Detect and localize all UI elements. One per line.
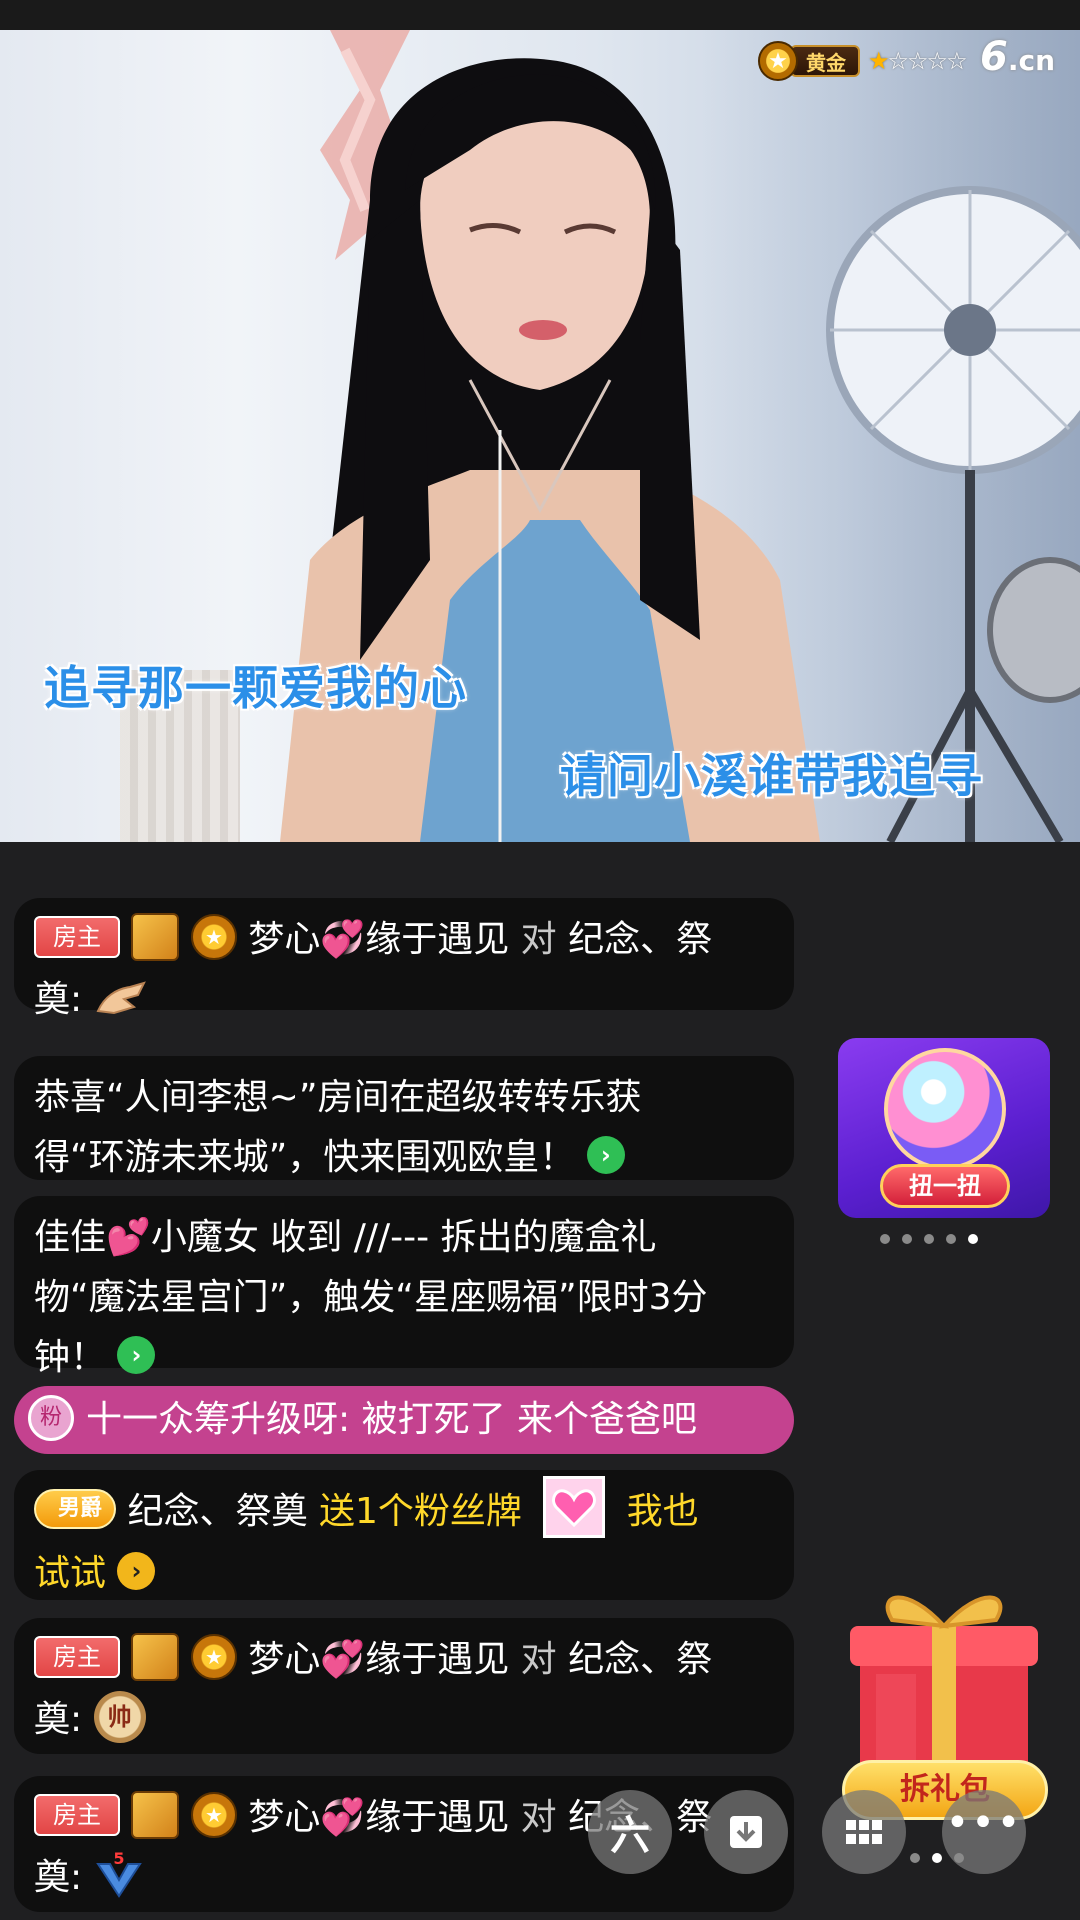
spin-gacha-widget[interactable]: 扭一扭 bbox=[838, 1038, 1050, 1218]
page-dot bbox=[954, 1853, 964, 1863]
heart-icon: 💕 bbox=[106, 1217, 151, 1258]
announcement-user-suffix[interactable]: 小魔女 bbox=[151, 1217, 259, 1258]
chat-username-suffix[interactable]: 缘于遇见 bbox=[365, 919, 509, 960]
treasure-box-icon bbox=[131, 1633, 180, 1681]
star-medal-icon: ★ bbox=[758, 41, 798, 81]
chat-verb: 对 bbox=[520, 1639, 557, 1680]
treasure-box-icon bbox=[131, 913, 180, 961]
logo-text: 6 bbox=[980, 34, 1008, 80]
fan-badge-icon: 粉 bbox=[28, 1395, 74, 1441]
carousel-dot[interactable] bbox=[880, 1234, 890, 1244]
chat-verb: 对 bbox=[520, 1797, 557, 1838]
status-strip bbox=[0, 0, 1080, 30]
host-tag: 房主 bbox=[34, 1794, 120, 1836]
site-logo: 6.cn bbox=[980, 34, 1055, 80]
download-icon bbox=[730, 1816, 762, 1848]
ring-light bbox=[826, 186, 1080, 842]
heart-icon: 💞 bbox=[320, 1797, 366, 1838]
level-number: 5 bbox=[113, 1850, 124, 1868]
gacha-globe-icon bbox=[884, 1048, 1006, 1170]
level-badge-emoji: 5 bbox=[95, 1850, 142, 1898]
grid-icon bbox=[846, 1820, 882, 1844]
chat-username-suffix[interactable]: 缘于遇见 bbox=[365, 1797, 509, 1838]
lyric-line-1: 追寻那一颗爱我的心 bbox=[44, 661, 467, 715]
chat-username[interactable]: 梦心 bbox=[248, 1639, 320, 1680]
carousel-dot[interactable] bbox=[946, 1234, 956, 1244]
chat-message[interactable]: 房主 ★ 梦心💞缘于遇见 对 纪念、祭 奠: 帅 bbox=[14, 1618, 794, 1754]
chess-piece-emoji: 帅 bbox=[93, 1691, 146, 1743]
carousel-dot-active[interactable] bbox=[968, 1234, 978, 1244]
heart-icon: 💞 bbox=[320, 1639, 366, 1680]
announcement-line-1: 恭喜“人间李想~”房间在超级转转乐获 bbox=[34, 1077, 642, 1118]
host-tag: 房主 bbox=[34, 916, 120, 958]
save-button[interactable] bbox=[704, 1790, 788, 1874]
chat-target-cont: 奠: bbox=[34, 1857, 83, 1898]
title-badge: 男爵 bbox=[34, 1489, 117, 1529]
system-announcement[interactable]: 恭喜“人间李想~”房间在超级转转乐获 得“环游未来城”，快来围观欧皇！ › bbox=[14, 1056, 794, 1180]
chat-username[interactable]: 梦心 bbox=[248, 919, 320, 960]
chat-verb: 对 bbox=[520, 919, 557, 960]
announcement-user[interactable]: 佳佳 bbox=[34, 1217, 106, 1258]
gift-message[interactable]: 男爵 纪念、祭奠 送1个粉丝牌 我也 试试 › bbox=[14, 1470, 794, 1600]
spin-button[interactable]: 扭一扭 bbox=[880, 1164, 1010, 1208]
rank-badge[interactable]: ★ 黄金 ★☆☆☆☆ bbox=[758, 41, 968, 81]
page-dot-active bbox=[932, 1853, 942, 1863]
announcement-line-1: 收到 ///--- 拆出的魔盒礼 bbox=[270, 1217, 657, 1258]
go-arrow-icon[interactable]: › bbox=[117, 1552, 156, 1590]
chat-username[interactable]: 梦心 bbox=[248, 1797, 320, 1838]
system-announcement[interactable]: 佳佳💕小魔女 收到 ///--- 拆出的魔盒礼 物“魔法星宫门”，触发“星座赐福… bbox=[14, 1196, 794, 1378]
host-tag: 房主 bbox=[34, 1636, 120, 1678]
streamer bbox=[280, 58, 820, 842]
six-button[interactable]: 六 bbox=[588, 1790, 672, 1874]
chat-message[interactable]: 房主 ★ 梦心💞缘于遇见 对 纪念、祭 奠: bbox=[14, 898, 794, 1020]
announcement-line-2: 物“魔法星宫门”，触发“星座赐福”限时3分 bbox=[34, 1277, 708, 1318]
live-video[interactable]: 追寻那一颗爱我的心 请问小溪谁带我追寻 bbox=[0, 30, 1080, 842]
star-medal-icon: ★ bbox=[190, 914, 237, 960]
go-arrow-icon[interactable]: › bbox=[117, 1336, 156, 1374]
announcement-line-3: 钟！ bbox=[34, 1337, 107, 1378]
toolbar-dots bbox=[910, 1853, 964, 1863]
try-link[interactable]: 试试 bbox=[34, 1553, 106, 1594]
gift-send-text: 送1个粉丝牌 bbox=[318, 1491, 522, 1532]
chat-target[interactable]: 纪念、祭 bbox=[568, 919, 712, 960]
chat-username-suffix[interactable]: 缘于遇见 bbox=[365, 1639, 509, 1680]
lyric-line-2: 请问小溪谁带我追寻 bbox=[560, 749, 983, 803]
fan-bar-text: 十一众筹升级呀: 被打死了 来个爸爸吧 bbox=[86, 1399, 698, 1440]
star-medal-icon: ★ bbox=[190, 1634, 237, 1680]
chat-username[interactable]: 纪念、祭奠 bbox=[127, 1491, 307, 1532]
announcement-line-2: 得“环游未来城”，快来围观欧皇！ bbox=[34, 1137, 576, 1178]
chat-message[interactable]: 房主 ★ 梦心💞缘于遇见 对 纪念、祭 奠: 5 bbox=[14, 1776, 794, 1912]
star-medal-icon: ★ bbox=[190, 1792, 237, 1838]
chat-target-cont: 奠: bbox=[34, 1699, 83, 1740]
treasure-box-icon bbox=[131, 1791, 180, 1839]
logo-suffix: .cn bbox=[1007, 44, 1056, 77]
chat-target[interactable]: 纪念、祭 bbox=[568, 1639, 712, 1680]
gift-tail-text: 我也 bbox=[626, 1491, 699, 1532]
carousel-dot[interactable] bbox=[902, 1234, 912, 1244]
rank-stars: ★☆☆☆☆ bbox=[868, 47, 968, 75]
rank-label: 黄金 bbox=[790, 45, 860, 77]
menu-grid-button[interactable] bbox=[822, 1790, 906, 1874]
page-dot bbox=[910, 1853, 920, 1863]
go-arrow-icon[interactable]: › bbox=[586, 1136, 625, 1174]
fan-bar-message[interactable]: 粉十一众筹升级呀: 被打死了 来个爸爸吧 bbox=[14, 1386, 794, 1454]
fan-card-icon bbox=[543, 1476, 606, 1538]
heart-icon: 💞 bbox=[320, 919, 366, 960]
chat-target-cont: 奠: bbox=[34, 979, 83, 1020]
carousel-dots[interactable] bbox=[880, 1234, 978, 1244]
pinch-hand-emoji bbox=[96, 981, 146, 1015]
carousel-dot[interactable] bbox=[924, 1234, 934, 1244]
